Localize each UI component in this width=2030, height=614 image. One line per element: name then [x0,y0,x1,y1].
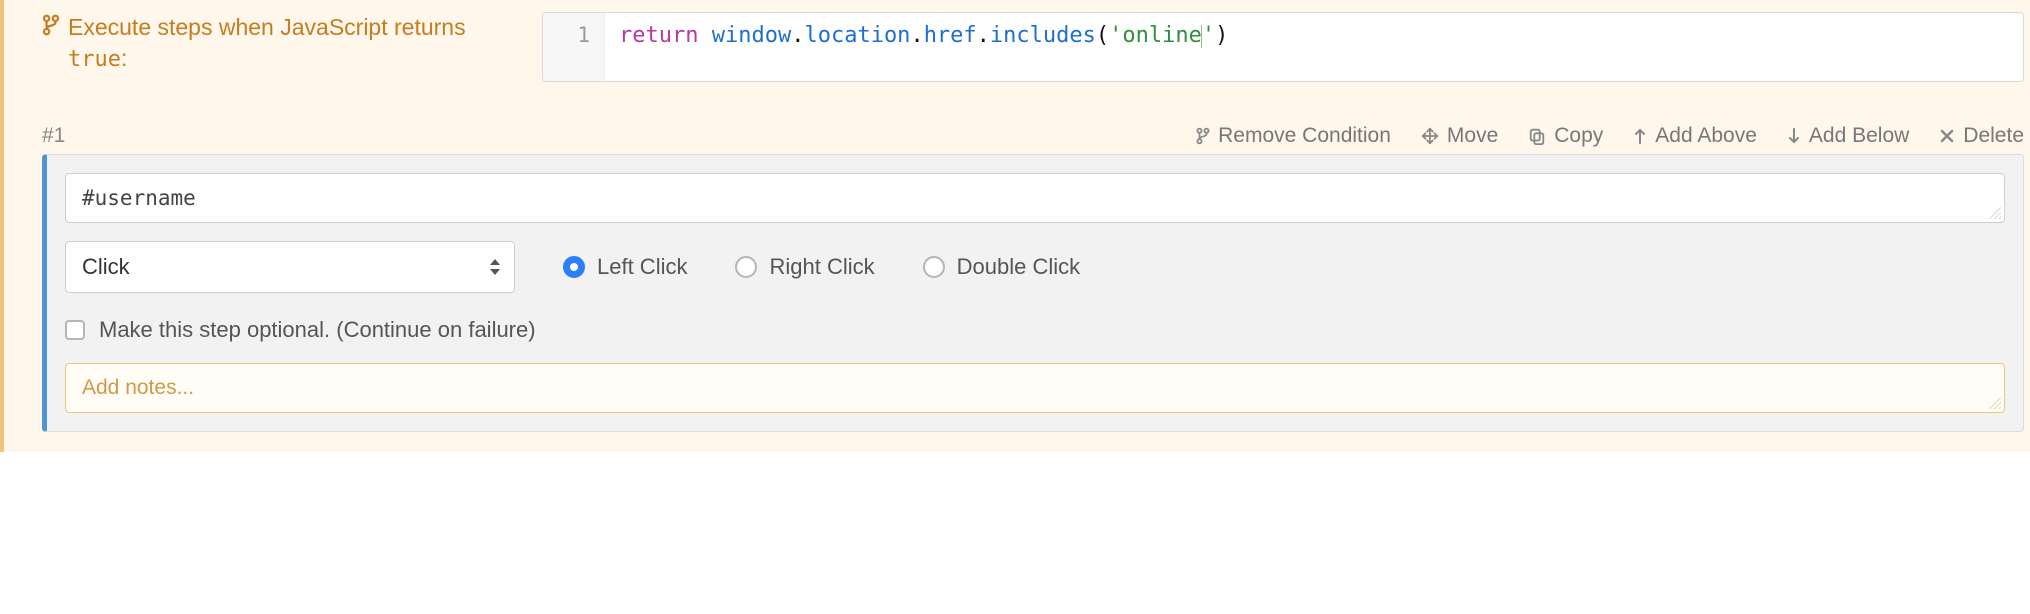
add-above-label: Add Above [1655,124,1757,148]
code-keyword: return [619,23,698,48]
branch-icon [42,14,60,36]
add-below-label: Add Below [1809,124,1909,148]
action-select[interactable]: Click [65,241,515,293]
code-str-close: ' [1202,23,1215,48]
step-block: #1 Remove Condition Mo [42,124,2024,432]
radio-empty-icon [923,256,945,278]
step-body: Click Left Click Right Click Double [42,154,2024,432]
condition-label-prefix: Execute steps when JavaScript returns [68,14,466,40]
branch-icon [1196,127,1210,145]
radio-double-label: Double Click [957,254,1081,280]
radio-dot-icon [563,256,585,278]
radio-empty-icon [735,256,757,278]
condition-label-code: true [68,47,121,72]
remove-condition-button[interactable]: Remove Condition [1196,124,1391,148]
move-label: Move [1447,124,1498,148]
editor-gutter: 1 [543,13,605,81]
radio-left-label: Left Click [597,254,687,280]
code-member-1: location [804,23,910,48]
delete-button[interactable]: Delete [1939,124,2024,148]
remove-condition-label: Remove Condition [1218,124,1391,148]
code-str-open: ' [1109,23,1122,48]
close-icon [1939,128,1955,144]
condition-label: Execute steps when JavaScript returns tr… [42,12,520,75]
copy-label: Copy [1554,124,1603,148]
action-row: Click Left Click Right Click Double [65,241,2005,293]
copy-icon [1528,127,1546,145]
move-icon [1421,127,1439,145]
arrow-up-icon [1633,127,1647,145]
add-below-button[interactable]: Add Below [1787,124,1909,148]
condition-label-suffix: : [121,45,127,71]
radio-left-click[interactable]: Left Click [563,254,687,280]
optional-checkbox-row[interactable]: Make this step optional. (Continue on fa… [65,317,2005,343]
delete-label: Delete [1963,124,2024,148]
step-number: #1 [42,124,65,148]
arrow-down-icon [1787,127,1801,145]
move-button[interactable]: Move [1421,124,1498,148]
notes-input[interactable] [65,363,2005,413]
js-condition-editor[interactable]: 1 return window.location.href.includes('… [542,12,2024,82]
editor-body[interactable]: return window.location.href.includes('on… [605,13,2023,81]
step-header: #1 Remove Condition Mo [42,124,2024,148]
code-str-body: online [1122,23,1201,48]
copy-button[interactable]: Copy [1528,124,1603,148]
code-member-2: href [924,23,977,48]
radio-right-click[interactable]: Right Click [735,254,874,280]
radio-right-label: Right Click [769,254,874,280]
condition-container: Execute steps when JavaScript returns tr… [0,0,2030,452]
selector-input[interactable] [65,173,2005,223]
add-above-button[interactable]: Add Above [1633,124,1757,148]
optional-label: Make this step optional. (Continue on fa… [99,317,536,343]
checkbox-icon [65,320,85,340]
condition-row: Execute steps when JavaScript returns tr… [42,12,2024,82]
code-var: window [712,23,791,48]
radio-double-click[interactable]: Double Click [923,254,1081,280]
line-number: 1 [577,23,590,47]
code-fn: includes [990,23,1096,48]
action-select-value: Click [82,254,130,279]
